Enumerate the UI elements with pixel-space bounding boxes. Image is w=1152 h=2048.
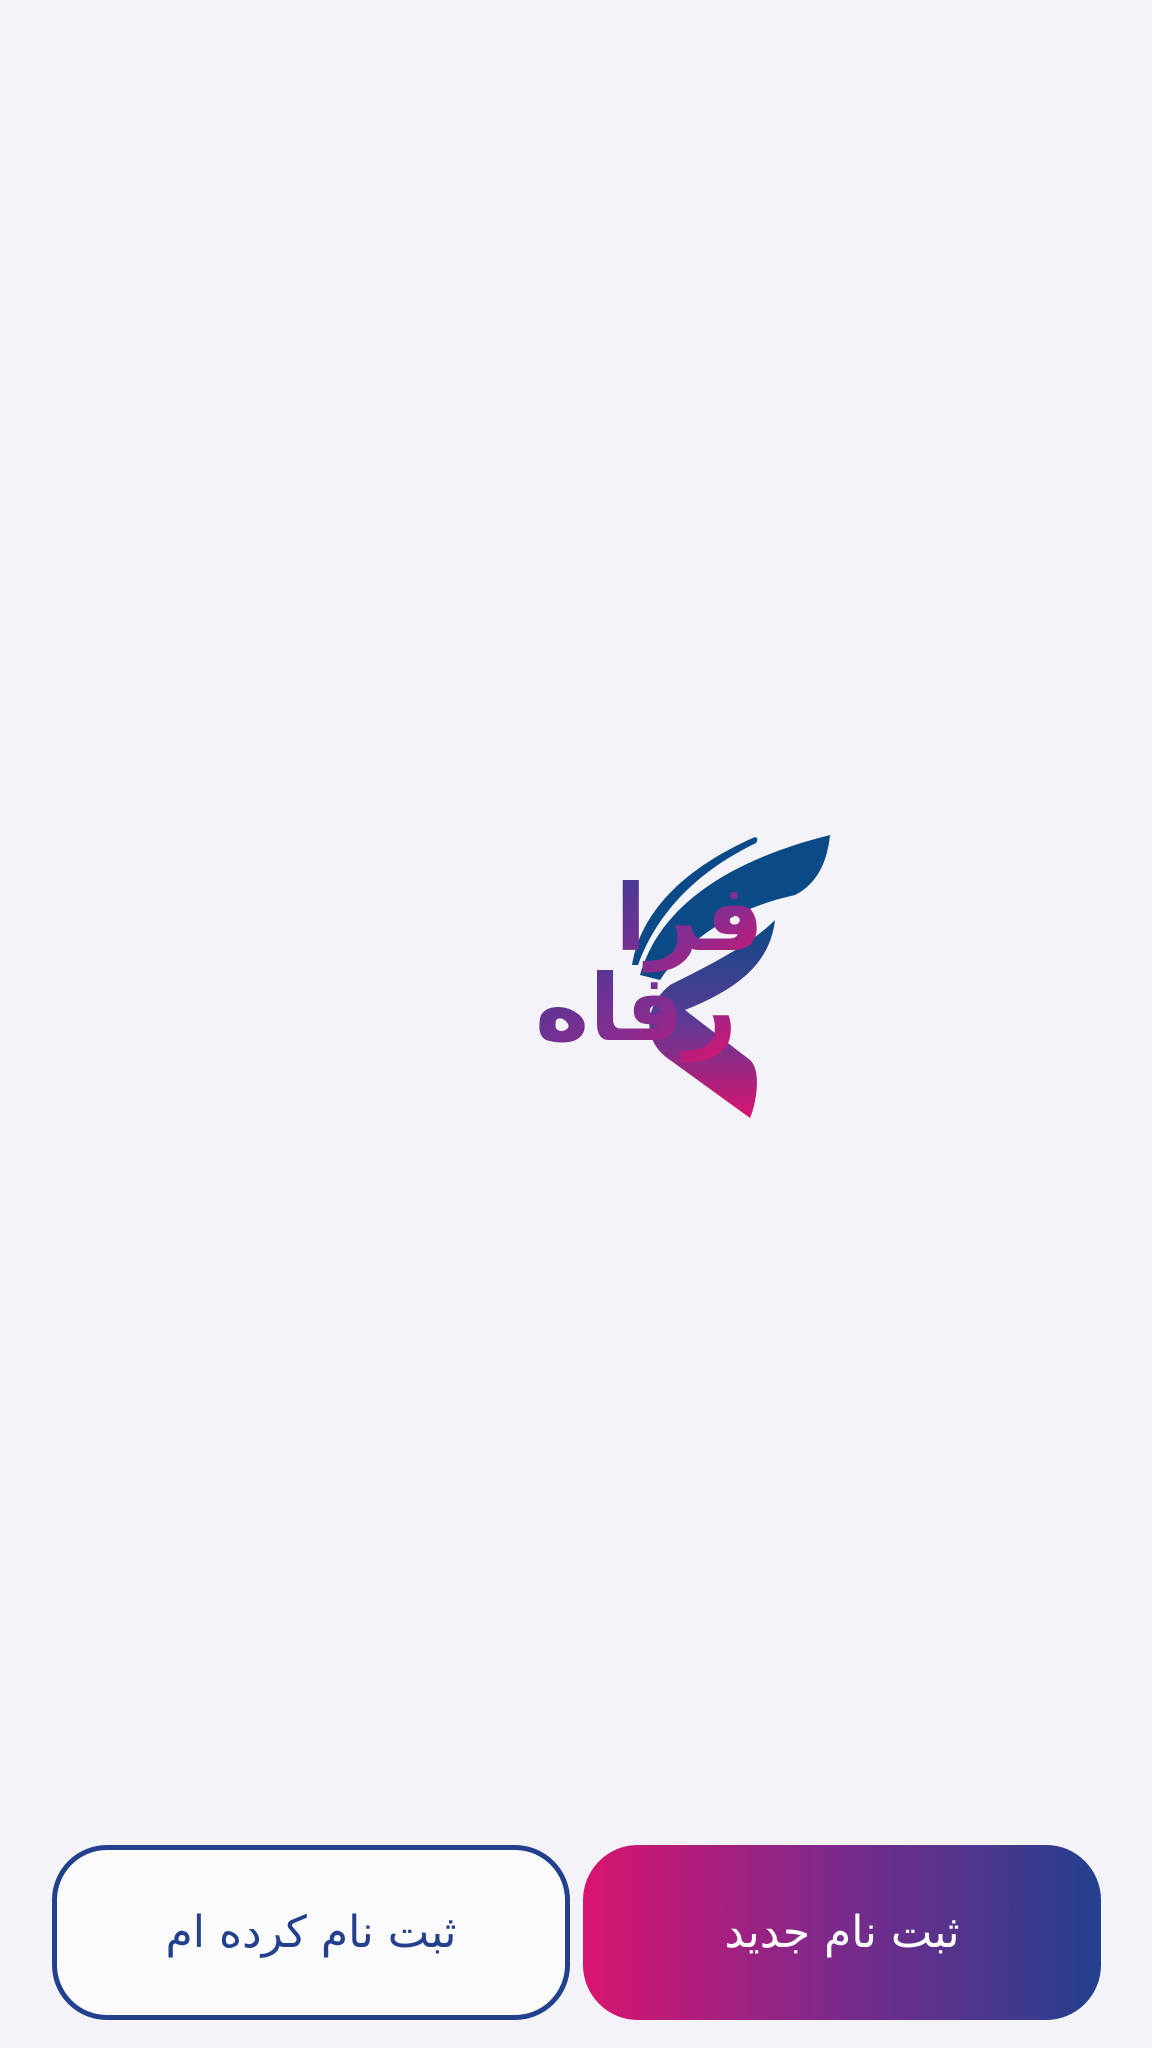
- already-registered-button[interactable]: ثبت نام کرده ام: [52, 1845, 570, 2020]
- new-signup-button[interactable]: ثبت نام جدید: [583, 1845, 1101, 2020]
- new-signup-label: ثبت نام جدید: [724, 1907, 960, 1958]
- brand-logo: فرا رفاه: [340, 815, 840, 1135]
- splash-screen: فرا رفاه ثبت نام کرده ام ثبت نام جدید: [0, 0, 1152, 2048]
- already-registered-label: ثبت نام کرده ام: [165, 1907, 457, 1958]
- brand-logo-mark: فرا رفاه: [535, 835, 830, 1118]
- logo-wordmark-line2: رفاه: [535, 955, 737, 1062]
- auth-actions: ثبت نام کرده ام ثبت نام جدید: [52, 1845, 1101, 2020]
